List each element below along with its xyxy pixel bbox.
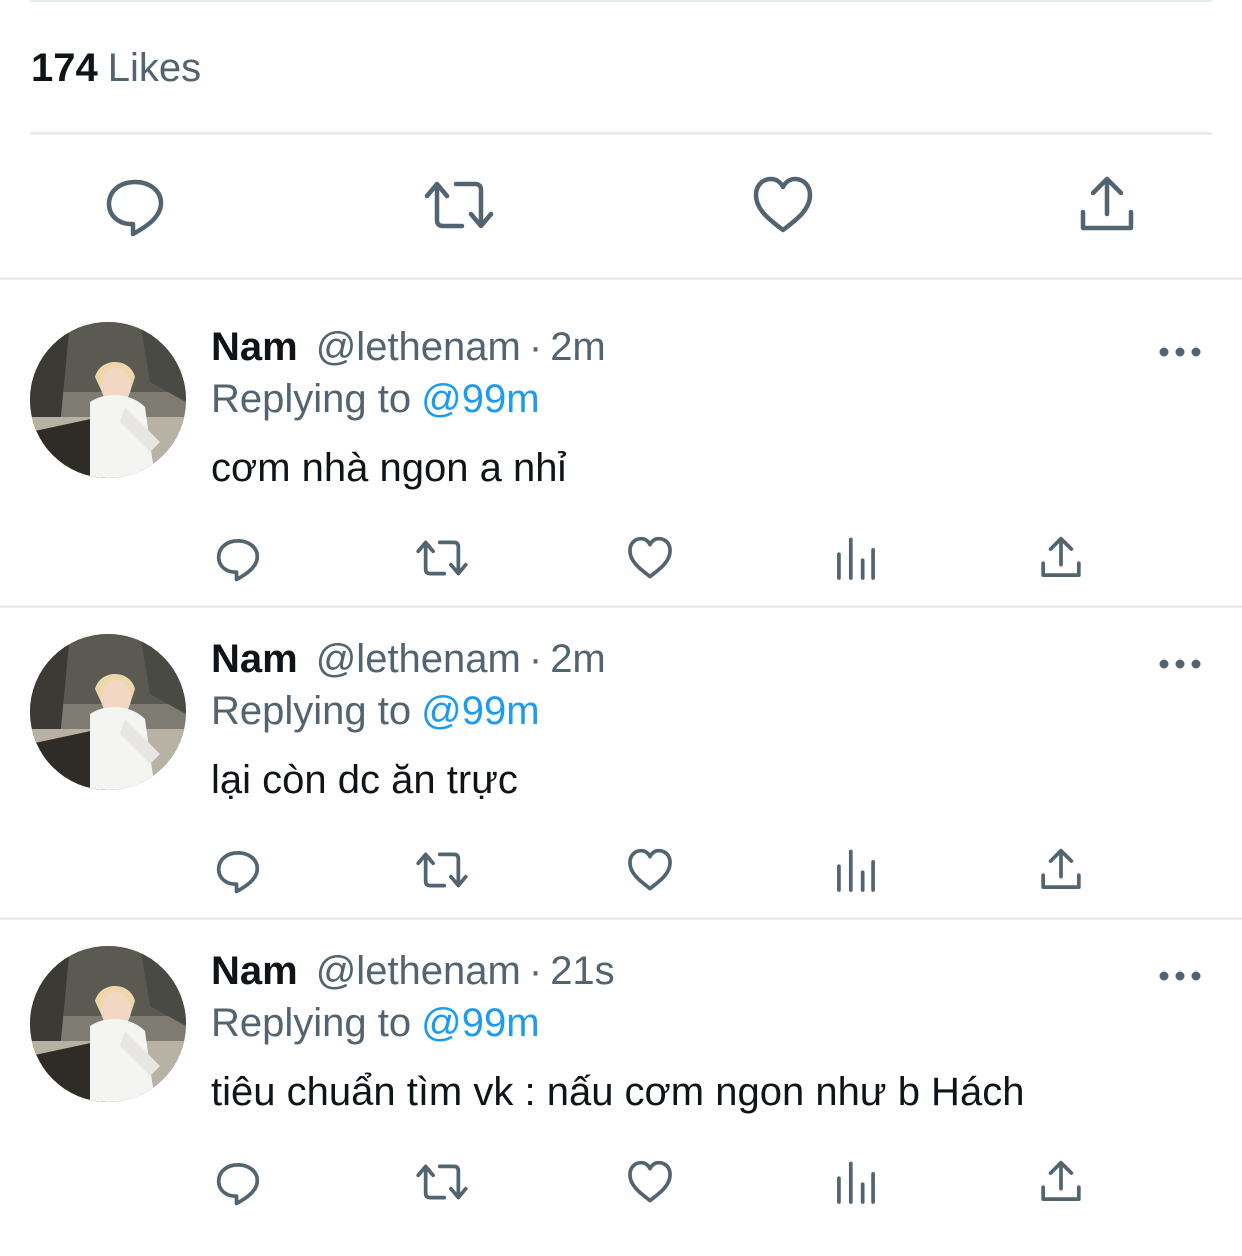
section-divider: [0, 277, 1242, 280]
heart-icon: [628, 536, 672, 579]
retweet-icon: [416, 852, 468, 888]
share-icon: [1080, 176, 1134, 231]
separator-dot: ·: [528, 637, 543, 681]
reply-button[interactable]: [212, 844, 264, 896]
avatar[interactable]: [30, 946, 186, 1102]
share-icon: [1041, 536, 1081, 577]
timestamp[interactable]: 21s: [550, 949, 615, 993]
top-divider: [30, 0, 1212, 2]
tweet-action-bar: [0, 170, 1242, 250]
like-button[interactable]: [748, 170, 818, 240]
retweet-icon: [416, 540, 468, 576]
heart-icon: [628, 1160, 672, 1203]
replying-label: Replying to: [211, 1001, 412, 1045]
share-button[interactable]: [1072, 170, 1142, 240]
reply-tweet[interactable]: Nam @lethenam · 2m Replying to @99m lại còn …: [0, 634, 1242, 944]
reply-icon: [106, 179, 164, 237]
analytics-icon: [837, 1161, 875, 1204]
user-handle[interactable]: @lethenam: [316, 325, 521, 369]
display-name[interactable]: Nam: [211, 949, 298, 993]
share-icon: [1041, 848, 1081, 889]
mention-link[interactable]: @99m: [421, 1001, 539, 1045]
tweet-divider: [0, 605, 1242, 608]
retweet-icon: [424, 181, 494, 229]
retweet-button[interactable]: [424, 170, 494, 240]
retweet-button[interactable]: [416, 844, 468, 896]
reply-icon: [216, 1163, 260, 1206]
timestamp[interactable]: 2m: [550, 637, 606, 681]
retweet-button[interactable]: [416, 1156, 468, 1208]
replying-label: Replying to: [211, 689, 412, 733]
timestamp[interactable]: 2m: [550, 325, 606, 369]
share-icon: [1041, 1160, 1081, 1201]
tweet-text: cơm nhà ngon a nhỉ: [211, 446, 567, 490]
replying-to: Replying to @99m: [211, 998, 540, 1048]
reply-action-bar: [0, 532, 1242, 588]
analytics-button[interactable]: [830, 532, 882, 584]
tweet-text: tiêu chuẩn tìm vk : nấu cơm ngon như b H…: [211, 1070, 1025, 1114]
user-handle[interactable]: @lethenam: [316, 637, 521, 681]
tweet-header: Nam @lethenam · 2m: [211, 634, 606, 684]
likes-divider: [30, 132, 1212, 135]
reply-tweet[interactable]: Nam @lethenam · 21s Replying to @99m tiêu ch…: [0, 946, 1242, 1256]
heart-icon: [628, 848, 672, 891]
avatar[interactable]: [30, 322, 186, 478]
reply-icon: [216, 851, 260, 894]
likes-label: Likes: [107, 46, 202, 90]
retweet-button[interactable]: [416, 532, 468, 584]
tweet-divider: [0, 917, 1242, 920]
reply-tweet[interactable]: Nam @lethenam · 2m Replying to @99m cơm nhà …: [0, 322, 1242, 632]
separator-dot: ·: [528, 325, 543, 369]
analytics-icon: [837, 537, 875, 580]
more-icon: [1159, 347, 1201, 357]
retweet-icon: [416, 1164, 468, 1200]
more-options-button[interactable]: [1158, 342, 1202, 362]
reply-button[interactable]: [212, 532, 264, 584]
mention-link[interactable]: @99m: [421, 377, 539, 421]
reply-button[interactable]: [100, 170, 170, 240]
like-button[interactable]: [624, 844, 676, 896]
analytics-button[interactable]: [830, 1156, 882, 1208]
reply-button[interactable]: [212, 1156, 264, 1208]
tweet-header: Nam @lethenam · 2m: [211, 322, 606, 372]
share-button[interactable]: [1035, 1156, 1087, 1208]
display-name[interactable]: Nam: [211, 325, 298, 369]
mention-link[interactable]: @99m: [421, 689, 539, 733]
share-button[interactable]: [1035, 532, 1087, 584]
more-options-button[interactable]: [1158, 654, 1202, 674]
replying-label: Replying to: [211, 377, 412, 421]
user-handle[interactable]: @lethenam: [316, 949, 521, 993]
reply-action-bar: [0, 844, 1242, 900]
reply-action-bar: [0, 1156, 1242, 1212]
replying-to: Replying to @99m: [211, 374, 540, 424]
reply-icon: [216, 539, 260, 582]
likes-count: 174: [31, 46, 98, 90]
heart-icon: [753, 176, 813, 233]
more-icon: [1159, 659, 1201, 669]
like-button[interactable]: [624, 1156, 676, 1208]
replying-to: Replying to @99m: [211, 686, 540, 736]
separator-dot: ·: [528, 949, 543, 993]
like-button[interactable]: [624, 532, 676, 584]
analytics-icon: [837, 849, 875, 892]
more-options-button[interactable]: [1158, 966, 1202, 986]
display-name[interactable]: Nam: [211, 637, 298, 681]
likes-summary[interactable]: 174 Likes: [31, 44, 201, 92]
tweet-text: lại còn dc ăn trực: [211, 758, 518, 802]
share-button[interactable]: [1035, 844, 1087, 896]
analytics-button[interactable]: [830, 844, 882, 896]
avatar[interactable]: [30, 634, 186, 790]
tweet-header: Nam @lethenam · 21s: [211, 946, 615, 996]
more-icon: [1159, 971, 1201, 981]
